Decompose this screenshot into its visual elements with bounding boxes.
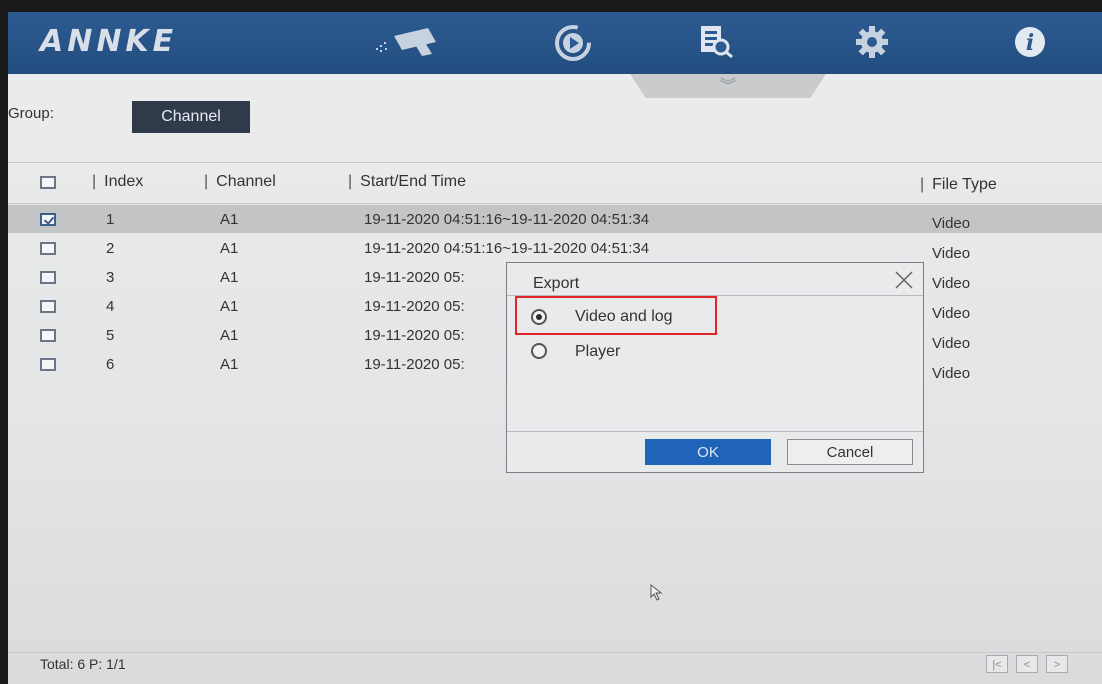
row-checkbox[interactable] — [40, 300, 56, 313]
footer-divider — [8, 652, 1102, 653]
header-file-type[interactable]: | File Type — [920, 176, 997, 194]
row-checkbox[interactable] — [40, 242, 56, 255]
row-start-end-time: 19-11-2020 05: — [364, 327, 465, 344]
top-bar: ANNKE i — [8, 12, 1102, 74]
row-file-type: Video — [932, 215, 971, 232]
camera-icon[interactable] — [372, 26, 448, 60]
header-start-end-time[interactable]: | Start/End Time — [348, 173, 466, 191]
collapse-toggle[interactable]: ︾ — [630, 74, 826, 98]
row-checkbox[interactable] — [40, 329, 56, 342]
row-channel: A1 — [220, 327, 239, 344]
row-file-type: Video — [932, 365, 971, 382]
screen: ANNKE i ︾ Group: Channel | Index | Chann… — [8, 12, 1102, 684]
info-icon[interactable]: i — [1012, 24, 1048, 60]
file-search-icon[interactable] — [696, 22, 736, 62]
row-index: 4 — [106, 298, 115, 315]
svg-text:i: i — [1026, 30, 1034, 56]
close-icon[interactable] — [893, 269, 915, 291]
next-page-button[interactable]: > — [1046, 655, 1068, 673]
row-channel: A1 — [220, 298, 239, 315]
row-checkbox[interactable] — [40, 358, 56, 371]
total-pages-status: Total: 6 P: 1/1 — [40, 656, 126, 672]
dialog-title: Export — [533, 275, 580, 292]
row-index: 6 — [106, 356, 115, 373]
row-index: 1 — [106, 211, 115, 228]
group-label: Group: — [8, 105, 54, 122]
playback-icon[interactable] — [553, 24, 593, 62]
ok-button[interactable]: OK — [645, 439, 771, 465]
row-channel: A1 — [220, 356, 239, 373]
table-row[interactable]: 2 A1 19-11-2020 04:51:16~19-11-2020 04:51:… — [8, 234, 1102, 262]
mouse-cursor-icon — [650, 583, 666, 607]
row-checkbox[interactable] — [40, 213, 56, 226]
cancel-button[interactable]: Cancel — [787, 439, 913, 465]
row-index: 2 — [106, 240, 115, 257]
table-row[interactable]: 1 A1 19-11-2020 04:51:16~19-11-2020 04:51:… — [8, 205, 1102, 233]
dialog-divider-bottom — [507, 431, 923, 432]
row-start-end-time: 19-11-2020 04:51:16~19-11-2020 04:51:34 — [364, 240, 650, 257]
row-index: 5 — [106, 327, 115, 344]
group-channel-button[interactable]: Channel — [132, 101, 250, 133]
brand-logo: ANNKE — [40, 24, 178, 59]
table-header: | Index | Channel | Start/End Time | File Ty… — [8, 162, 1102, 204]
row-channel: A1 — [220, 211, 239, 228]
gear-icon[interactable] — [854, 24, 890, 60]
double-chevron-down-icon: ︾ — [719, 78, 736, 95]
radio-player[interactable] — [531, 343, 547, 359]
first-page-button[interactable]: |< — [986, 655, 1008, 673]
row-channel: A1 — [220, 240, 239, 257]
row-start-end-time: 19-11-2020 05: — [364, 269, 465, 286]
row-start-end-time: 19-11-2020 05: — [364, 356, 465, 373]
option-video-and-log-label[interactable]: Video and log — [575, 308, 673, 326]
header-index[interactable]: | Index — [92, 173, 143, 191]
row-channel: A1 — [220, 269, 239, 286]
row-file-type: Video — [932, 275, 971, 292]
row-checkbox[interactable] — [40, 271, 56, 284]
row-start-end-time: 19-11-2020 04:51:16~19-11-2020 04:51:34 — [364, 211, 650, 228]
previous-page-button[interactable]: < — [1016, 655, 1038, 673]
row-index: 3 — [106, 269, 115, 286]
option-player-label[interactable]: Player — [575, 343, 620, 361]
select-all-checkbox[interactable] — [40, 176, 56, 189]
row-start-end-time: 19-11-2020 05: — [364, 298, 465, 315]
row-file-type: Video — [932, 305, 971, 322]
radio-video-and-log[interactable] — [531, 309, 547, 325]
export-dialog: Export Video and log Player OK Cancel — [506, 262, 924, 473]
row-file-type: Video — [932, 245, 971, 262]
header-channel[interactable]: | Channel — [204, 173, 276, 191]
